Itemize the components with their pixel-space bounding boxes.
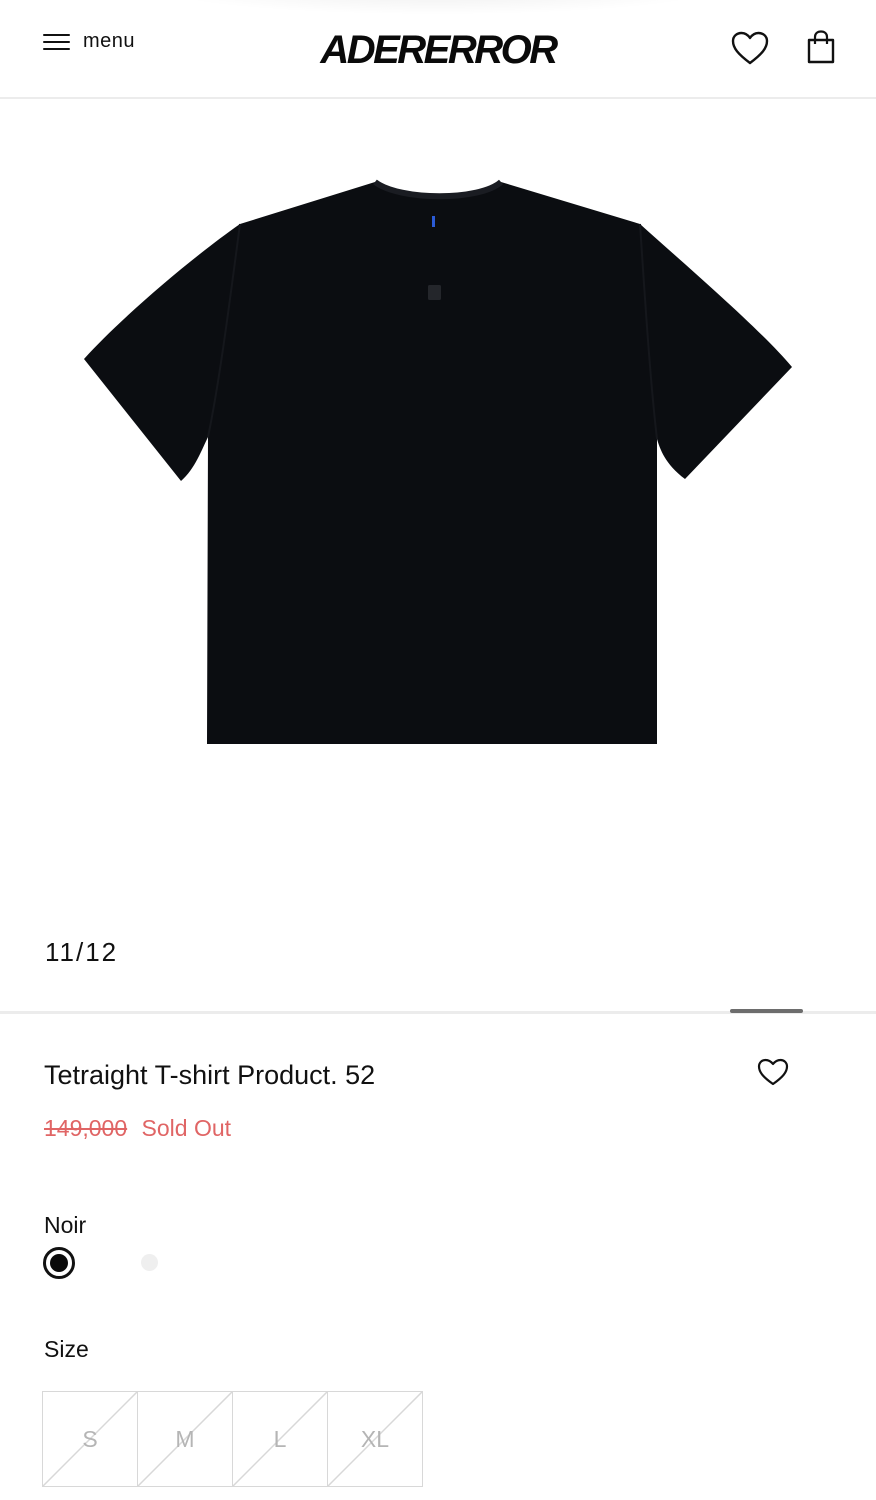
gallery-progress-thumb: [730, 1009, 803, 1013]
image-counter: 11/12: [45, 937, 119, 967]
product-gallery[interactable]: 11/12: [0, 99, 876, 1009]
color-swatch-noir[interactable]: [43, 1247, 75, 1279]
product-image[interactable]: [80, 179, 796, 749]
color-swatch-light[interactable]: [141, 1254, 158, 1271]
size-option-label: XL: [360, 1425, 390, 1452]
size-selector: S M L XL: [42, 1391, 423, 1487]
original-price: 149,000: [44, 1115, 128, 1141]
price-row: 149,000 Sold Out: [44, 1115, 231, 1142]
size-option-label: S: [82, 1425, 98, 1452]
size-option-l[interactable]: L: [233, 1392, 328, 1486]
size-option-m[interactable]: M: [138, 1392, 233, 1486]
product-title: Tetraight T-shirt Product. 52: [44, 1060, 376, 1090]
size-option-s[interactable]: S: [43, 1392, 138, 1486]
size-option-xl[interactable]: XL: [328, 1392, 422, 1486]
sold-out-badge: Sold Out: [141, 1115, 232, 1141]
size-label: Size: [44, 1336, 89, 1362]
header-shadow: [150, 0, 726, 15]
size-option-label: L: [273, 1425, 287, 1452]
header: menu ADERERROR: [0, 0, 876, 99]
add-to-wishlist-heart-icon[interactable]: [756, 1057, 790, 1087]
size-option-label: M: [175, 1425, 195, 1452]
selected-color-label: Noir: [44, 1212, 87, 1238]
shopping-bag-icon[interactable]: [806, 29, 836, 65]
heart-icon[interactable]: [730, 30, 770, 66]
